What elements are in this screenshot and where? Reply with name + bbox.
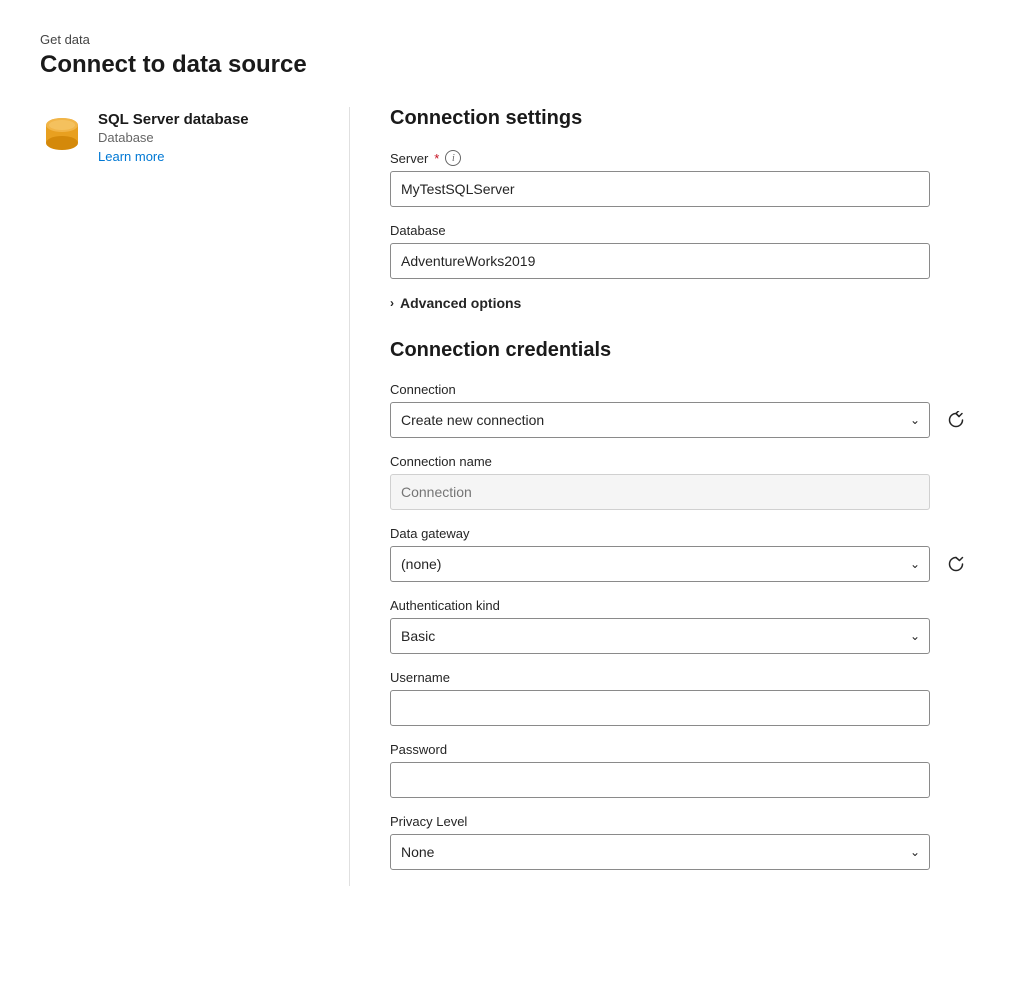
password-input[interactable] — [390, 762, 930, 798]
connection-group: Connection Create new connection ⌄ — [390, 382, 977, 438]
info-icon[interactable]: i — [445, 150, 461, 166]
advanced-options-toggle[interactable]: › Advanced options — [390, 295, 977, 311]
connection-settings-title: Connection settings — [390, 107, 977, 130]
connection-select-row: Create new connection ⌄ — [390, 402, 977, 438]
password-label: Password — [390, 742, 977, 757]
data-gateway-refresh-button[interactable] — [940, 548, 972, 580]
data-gateway-select-wrapper: (none) ⌄ — [390, 546, 930, 582]
sql-server-icon — [40, 113, 84, 157]
server-label: Server * i — [390, 150, 977, 166]
privacy-level-select-wrapper: None ⌄ — [390, 834, 930, 870]
auth-kind-select[interactable]: Basic — [390, 618, 930, 654]
privacy-level-select[interactable]: None — [390, 834, 930, 870]
connection-name-group: Connection name — [390, 454, 977, 510]
privacy-level-label: Privacy Level — [390, 814, 977, 829]
advanced-options-label: Advanced options — [400, 295, 521, 311]
chevron-right-icon: › — [390, 296, 394, 310]
connection-label: Connection — [390, 382, 977, 397]
refresh-icon-2 — [947, 555, 965, 573]
username-input[interactable] — [390, 690, 930, 726]
connection-select[interactable]: Create new connection — [390, 402, 930, 438]
server-input[interactable] — [390, 171, 930, 207]
required-star: * — [434, 151, 439, 166]
page-title: Connect to data source — [40, 51, 977, 79]
auth-kind-label: Authentication kind — [390, 598, 977, 613]
refresh-icon — [947, 411, 965, 429]
db-type: Database — [98, 130, 249, 145]
auth-kind-select-wrapper: Basic ⌄ — [390, 618, 930, 654]
right-panel: Connection settings Server * i Database … — [350, 107, 977, 886]
database-group: Database — [390, 223, 977, 279]
db-info: SQL Server database Database Learn more — [98, 111, 249, 164]
database-label: Database — [390, 223, 977, 238]
data-gateway-label: Data gateway — [390, 526, 977, 541]
connection-name-input[interactable] — [390, 474, 930, 510]
data-gateway-select[interactable]: (none) — [390, 546, 930, 582]
database-input[interactable] — [390, 243, 930, 279]
breadcrumb: Get data — [40, 32, 977, 47]
connection-refresh-button[interactable] — [940, 404, 972, 436]
data-gateway-select-row: (none) ⌄ — [390, 546, 977, 582]
username-group: Username — [390, 670, 977, 726]
credentials-section: Connection credentials Connection Create… — [390, 339, 977, 870]
connection-name-label: Connection name — [390, 454, 977, 469]
connection-select-wrapper: Create new connection ⌄ — [390, 402, 930, 438]
server-group: Server * i — [390, 150, 977, 207]
privacy-level-group: Privacy Level None ⌄ — [390, 814, 977, 870]
data-gateway-group: Data gateway (none) ⌄ — [390, 526, 977, 582]
password-group: Password — [390, 742, 977, 798]
left-panel: SQL Server database Database Learn more — [40, 107, 350, 886]
learn-more-link[interactable]: Learn more — [98, 149, 249, 164]
credentials-title: Connection credentials — [390, 339, 977, 362]
auth-kind-group: Authentication kind Basic ⌄ — [390, 598, 977, 654]
username-label: Username — [390, 670, 977, 685]
db-name: SQL Server database — [98, 111, 249, 128]
